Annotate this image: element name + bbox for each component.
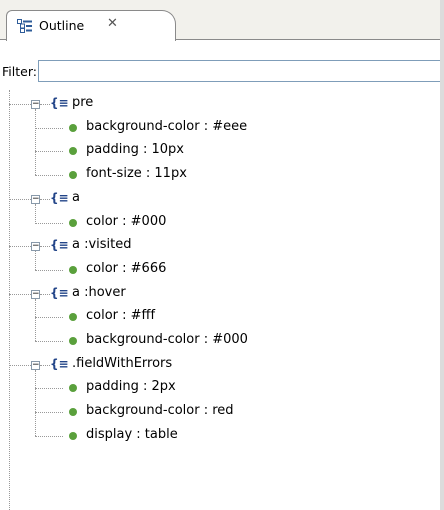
filter-label: Filter: [2, 64, 37, 79]
css-rule-icon: {≡ [50, 190, 69, 205]
view-border [440, 0, 444, 510]
tree-connector [40, 364, 50, 366]
close-icon[interactable]: ✕ [107, 16, 118, 31]
property-declaration[interactable]: color : #666 [86, 261, 166, 276]
tree-branch [35, 109, 36, 176]
css-rule-icon: {≡ [50, 356, 69, 371]
filter-input[interactable] [38, 60, 444, 82]
tree-connector [40, 293, 50, 295]
tree-branch [35, 251, 36, 270]
tab-label: Outline [39, 18, 85, 33]
tree-branch [35, 369, 36, 436]
css-property-icon [69, 431, 77, 440]
rule-selector[interactable]: a :hover [72, 285, 126, 300]
tree-branch [35, 298, 36, 341]
tree-branch [35, 203, 36, 223]
tree-connector [35, 151, 63, 153]
tree-connector [35, 317, 63, 319]
css-property-icon [69, 147, 77, 156]
filter-row: Filter: [0, 57, 444, 87]
outline-icon [17, 19, 33, 33]
tree-connector [35, 175, 63, 177]
property-declaration[interactable]: display : table [86, 427, 178, 442]
rule-selector[interactable]: .fieldWithErrors [72, 356, 172, 371]
tree-spine [9, 90, 10, 510]
property-declaration[interactable]: background-color : #eee [86, 119, 247, 134]
css-rule-icon: {≡ [50, 96, 69, 110]
tree-connector [40, 246, 50, 248]
property-declaration[interactable]: font-size : 11px [86, 166, 187, 181]
outline-tree: − {≡ pre background-color : #eee padding : 1… [0, 90, 444, 510]
tree-connector [35, 269, 63, 271]
css-property-icon [69, 265, 77, 274]
css-property-icon [69, 384, 77, 393]
rule-selector[interactable]: pre [72, 95, 93, 110]
css-property-icon [69, 171, 77, 180]
collapse-icon[interactable]: − [31, 360, 40, 370]
tree-connector [35, 388, 63, 390]
property-declaration[interactable]: background-color : #000 [86, 332, 248, 347]
tree-connector [35, 341, 63, 342]
property-declaration[interactable]: color : #000 [86, 214, 166, 229]
collapse-icon[interactable]: − [31, 289, 40, 299]
css-property-icon [69, 218, 77, 227]
css-property-icon [69, 408, 77, 417]
tree-connector [40, 198, 50, 200]
tree-connector [35, 412, 63, 414]
rule-selector[interactable]: a :visited [72, 237, 132, 252]
property-declaration[interactable]: background-color : red [86, 403, 234, 418]
tab-outline[interactable]: Outline ✕ [6, 10, 176, 41]
property-declaration[interactable]: padding : 10px [86, 142, 184, 157]
tree-connector [35, 127, 63, 129]
collapse-icon[interactable]: − [31, 194, 40, 204]
css-property-icon [69, 313, 77, 322]
outline-view: Outline ✕ Filter: − {≡ pre background-color… [0, 0, 444, 510]
tree-connector [35, 435, 63, 437]
css-rule-icon: {≡ [50, 285, 69, 300]
css-property-icon [69, 123, 77, 132]
collapse-icon[interactable]: − [31, 242, 40, 252]
rule-selector[interactable]: a [72, 190, 80, 205]
view-tab-bar: Outline ✕ [0, 0, 444, 41]
property-declaration[interactable]: padding : 2px [86, 379, 176, 394]
property-declaration[interactable]: color : #fff [86, 308, 155, 323]
tree-connector [35, 222, 63, 224]
css-rule-icon: {≡ [50, 238, 69, 253]
css-property-icon [69, 337, 77, 345]
collapse-icon[interactable]: − [31, 100, 40, 109]
tree-connector [40, 104, 50, 105]
